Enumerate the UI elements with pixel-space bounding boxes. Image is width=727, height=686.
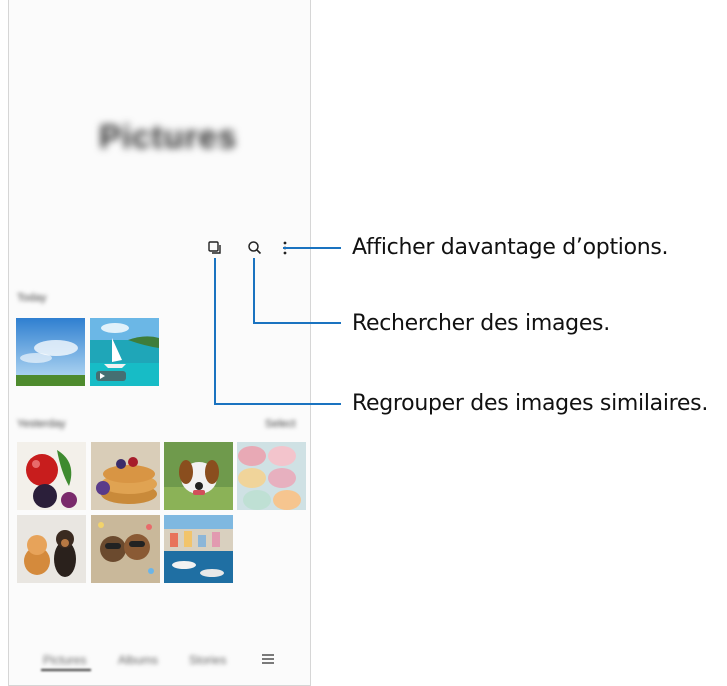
callout-search: Rechercher des images. [352, 311, 610, 336]
group-similar-icon[interactable] [205, 238, 225, 258]
callout-line-more [283, 247, 341, 249]
nav-item-pictures[interactable]: Pictures [43, 653, 86, 667]
select-link[interactable]: Select [265, 418, 296, 430]
callout-group-similar: Regrouper des images similaires. [352, 391, 709, 416]
video-thumbnail[interactable] [90, 318, 159, 386]
section-yesterday-label: Yesterday [17, 418, 66, 430]
hamburger-menu-icon[interactable] [260, 652, 276, 666]
photo-thumbnail[interactable] [164, 442, 233, 510]
photo-thumbnail[interactable] [16, 318, 85, 386]
gallery-screen: Pictures Today Yesterday Select Pictures… [8, 0, 311, 686]
photo-thumbnail[interactable] [91, 442, 160, 510]
nav-item-albums[interactable]: Albums [118, 653, 158, 667]
photo-thumbnail[interactable] [164, 515, 233, 583]
callout-line-search [253, 258, 255, 323]
active-tab-indicator [41, 669, 91, 671]
photo-thumbnail[interactable] [91, 515, 160, 583]
section-today-label: Today [17, 292, 47, 304]
photo-thumbnail[interactable] [237, 442, 306, 510]
search-icon[interactable] [245, 238, 265, 258]
callout-more-options: Afficher davantage d’options. [352, 235, 669, 260]
callout-line-group [214, 258, 216, 404]
gallery-title: Pictures [99, 118, 238, 155]
nav-item-stories[interactable]: Stories [189, 653, 226, 667]
callout-line-search [253, 322, 341, 324]
photo-thumbnail[interactable] [17, 515, 86, 583]
callout-line-group [214, 403, 341, 405]
photo-thumbnail[interactable] [17, 442, 86, 510]
